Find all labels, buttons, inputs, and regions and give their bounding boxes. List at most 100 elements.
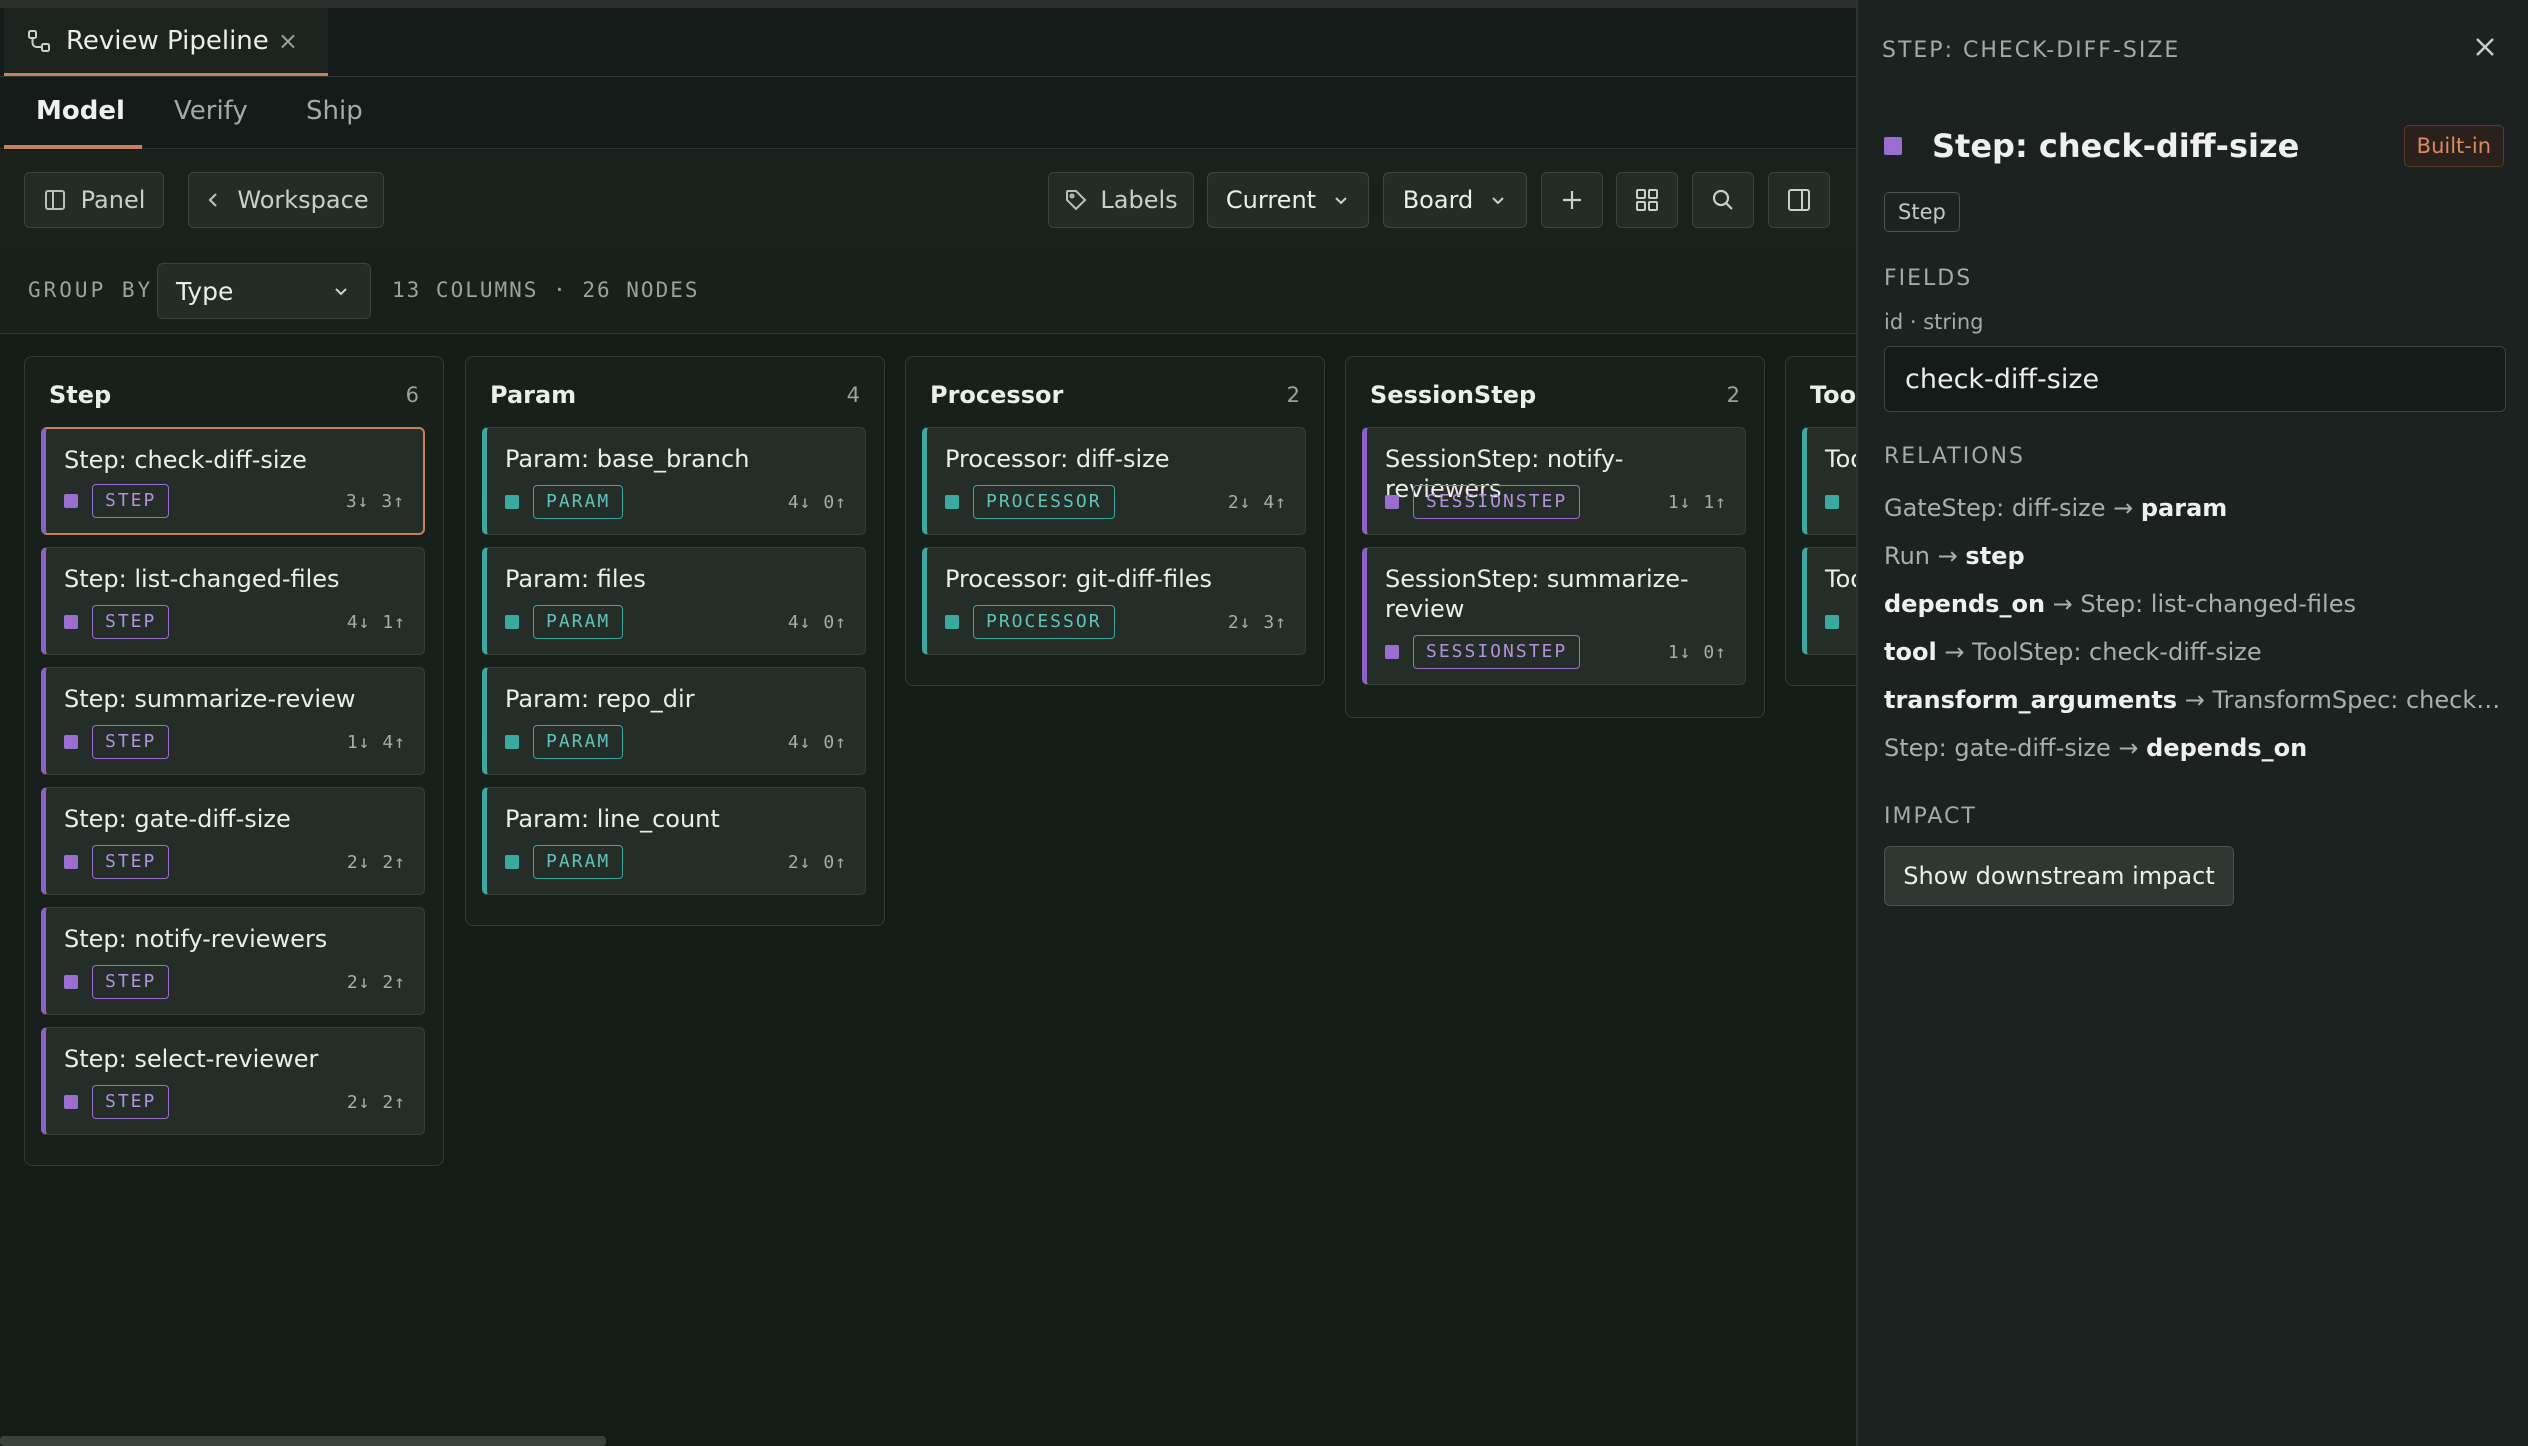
- type-badge: PARAM: [533, 605, 624, 639]
- type-color-dot: [1385, 495, 1399, 509]
- show-downstream-impact-button[interactable]: Show downstream impact: [1884, 846, 2234, 906]
- column-sessionstep: SessionStep 2 SessionStep: notify-review…: [1345, 356, 1765, 718]
- view-select[interactable]: Board: [1383, 172, 1527, 228]
- relation-item[interactable]: GateStep: diff-size → param: [1884, 494, 2508, 522]
- type-badge: STEP: [92, 845, 170, 879]
- node-card[interactable]: Step: check-diff-size STEP 3↓ 3↑: [41, 427, 425, 535]
- node-card[interactable]: Param: base_branch PARAM 4↓ 0↑: [482, 427, 866, 535]
- type-color-dot: [945, 495, 959, 509]
- type-badge: PARAM: [533, 725, 624, 759]
- relations-section-label: RELATIONS: [1884, 444, 2025, 469]
- node-card[interactable]: Processor: diff-size PROCESSOR 2↓ 4↑: [922, 427, 1306, 535]
- relation-item[interactable]: Step: gate-diff-size → depends_on: [1884, 734, 2508, 762]
- node-card[interactable]: Step: summarize-review STEP 1↓ 4↑: [41, 667, 425, 775]
- relation-source: tool: [1884, 638, 1937, 666]
- type-color-dot: [505, 495, 519, 509]
- relation-target: Step: list-changed-files: [2080, 590, 2356, 618]
- relation-arrow: →: [2110, 734, 2147, 762]
- tab-verify[interactable]: Verify: [174, 77, 248, 149]
- horizontal-scrollbar[interactable]: [0, 1436, 606, 1446]
- relation-item[interactable]: transform_arguments → TransformSpec: che…: [1884, 686, 2508, 714]
- node-card[interactable]: Param: line_count PARAM 2↓ 0↑: [482, 787, 866, 895]
- panel-title: Step: check-diff-size: [1932, 127, 2300, 165]
- toggle-sidebar-button[interactable]: [1768, 172, 1830, 228]
- edge-counts: 2↓ 3↑: [1227, 611, 1287, 633]
- edge-counts: 2↓ 4↑: [1227, 491, 1287, 513]
- panel-header: STEP: CHECK-DIFF-SIZE: [1882, 38, 2181, 63]
- node-card[interactable]: Step: notify-reviewers STEP 2↓ 2↑: [41, 907, 425, 1015]
- id-field[interactable]: [1884, 346, 2506, 412]
- column-title: Tool: [1810, 381, 1856, 409]
- panel-icon: [44, 190, 65, 210]
- tab-title: Review Pipeline: [66, 25, 269, 56]
- relation-arrow: →: [2045, 590, 2081, 618]
- type-color-dot: [64, 735, 78, 749]
- version-select[interactable]: Current: [1207, 172, 1369, 228]
- relation-item[interactable]: tool → ToolStep: check-diff-size: [1884, 638, 2508, 666]
- close-icon[interactable]: ×: [278, 27, 298, 55]
- type-color-dot: [64, 1095, 78, 1109]
- node-card[interactable]: Param: files PARAM 4↓ 0↑: [482, 547, 866, 655]
- search-button[interactable]: [1692, 172, 1754, 228]
- relation-item[interactable]: Run → step: [1884, 542, 2508, 570]
- column-count: 2: [1726, 383, 1740, 407]
- node-card[interactable]: Param: repo_dir PARAM 4↓ 0↑: [482, 667, 866, 775]
- card-title: SessionStep: summarize-review: [1385, 565, 1689, 623]
- window-top-strip: [0, 0, 1856, 8]
- sub-tab-bar: Model Verify Ship: [0, 77, 1856, 149]
- node-card[interactable]: SessionStep: notify-reviewers SESSIONSTE…: [1362, 427, 1746, 535]
- relation-target: TransformSpec: check-diff-size: [2212, 686, 2508, 714]
- type-badge: STEP: [92, 725, 170, 759]
- node-card[interactable]: Too: [1802, 427, 1856, 535]
- card-title: Param: repo_dir: [505, 685, 695, 713]
- type-color-dot: [1385, 645, 1399, 659]
- panel-button[interactable]: Panel: [24, 172, 164, 228]
- edge-counts: 4↓ 0↑: [787, 731, 847, 753]
- card-title: Too: [1825, 445, 1856, 473]
- chevron-left-icon: [208, 193, 218, 207]
- node-card[interactable]: Step: list-changed-files STEP 4↓ 1↑: [41, 547, 425, 655]
- column-param: Param 4 Param: base_branch PARAM 4↓ 0↑ Pa…: [465, 356, 885, 926]
- labels-button[interactable]: Labels: [1048, 172, 1194, 228]
- edge-counts: 2↓ 0↑: [787, 851, 847, 873]
- type-badge: STEP: [92, 484, 170, 518]
- card-title: Too: [1825, 565, 1856, 593]
- edge-counts: 1↓ 1↑: [1667, 491, 1727, 513]
- card-title: Processor: diff-size: [945, 445, 1170, 473]
- workspace-button[interactable]: Workspace: [188, 172, 384, 228]
- relation-arrow: →: [2177, 686, 2213, 714]
- close-icon[interactable]: [2470, 32, 2500, 62]
- view-select-value: Board: [1402, 186, 1474, 214]
- type-color-dot: [945, 615, 959, 629]
- relation-target: ToolStep: check-diff-size: [1972, 638, 2262, 666]
- grid-view-button[interactable]: [1616, 172, 1678, 228]
- type-badge: PROCESSOR: [973, 485, 1115, 519]
- column-tool: Tool Too Too: [1785, 356, 1856, 686]
- add-button[interactable]: [1541, 172, 1603, 228]
- node-card[interactable]: SessionStep: summarize-review SESSIONSTE…: [1362, 547, 1746, 685]
- node-card[interactable]: Step: select-reviewer STEP 2↓ 2↑: [41, 1027, 425, 1135]
- tab-model[interactable]: Model: [4, 77, 142, 149]
- card-title: Step: check-diff-size: [64, 446, 307, 474]
- toolbar: Panel Workspace Labels Current Board: [0, 150, 1856, 248]
- node-card[interactable]: Processor: git-diff-files PROCESSOR 2↓ 3↑: [922, 547, 1306, 655]
- column-count: 6: [405, 383, 419, 407]
- impact-section-label: IMPACT: [1884, 804, 1977, 829]
- node-card[interactable]: Step: gate-diff-size STEP 2↓ 2↑: [41, 787, 425, 895]
- column-title: SessionStep: [1370, 381, 1537, 409]
- relation-item[interactable]: depends_on → Step: list-changed-files: [1884, 590, 2508, 618]
- tab-ship[interactable]: Ship: [306, 77, 363, 149]
- edge-counts: 3↓ 3↑: [345, 490, 405, 512]
- type-color-dot: [505, 735, 519, 749]
- type-color-dot: [1825, 615, 1839, 629]
- node-card[interactable]: Too: [1802, 547, 1856, 655]
- group-by-select[interactable]: Type: [157, 263, 371, 319]
- column-header: Step 6: [25, 357, 443, 421]
- type-badge: STEP: [92, 1085, 170, 1119]
- type-color-dot: [64, 975, 78, 989]
- group-by-label: GROUP BY: [28, 278, 154, 302]
- relation-arrow: →: [2105, 494, 2141, 522]
- type-color-dot: [1825, 495, 1839, 509]
- search-icon: [1712, 189, 1733, 210]
- tab-review-pipeline[interactable]: Review Pipeline ×: [4, 8, 328, 76]
